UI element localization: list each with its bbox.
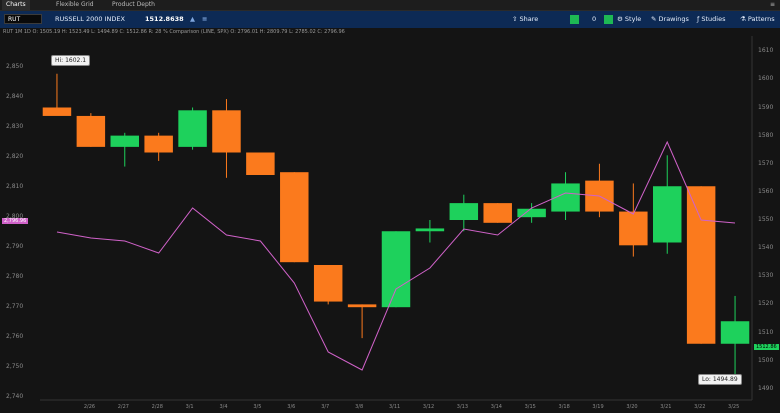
right-axis-tick: 1520 [758, 300, 774, 308]
candle-body [619, 211, 648, 246]
date-tick: 3/11 [389, 404, 401, 410]
left-axis-tick: 2,750 [6, 363, 24, 370]
date-tick: 3/13 [456, 404, 469, 410]
date-tick: 3/15 [524, 404, 536, 410]
right-axis-tick: 1600 [758, 75, 774, 83]
left-axis-tick: 2,740 [6, 393, 24, 400]
date-tick: 3/8 [355, 404, 364, 410]
right-axis-tick: 1490 [758, 384, 774, 392]
candle-body [381, 231, 411, 308]
right-axis-tick: 1590 [758, 103, 774, 111]
left-axis-tick: 2,760 [6, 333, 24, 340]
date-tick: 3/21 [660, 404, 672, 410]
left-axis-tick: 2,810 [6, 183, 24, 190]
candle-body [415, 228, 445, 232]
date-tick: 3/7 [321, 404, 330, 410]
right-axis-tick: 1610 [758, 47, 774, 55]
left-axis-tick: 2,790 [6, 243, 24, 250]
candle-body [347, 304, 377, 308]
date-tick: 3/12 [422, 404, 435, 410]
high-annotation: Hi: 1602.1 [51, 55, 91, 66]
date-tick: 3/4 [219, 404, 228, 410]
candle-body [720, 321, 750, 344]
candle-body [483, 203, 512, 223]
candle-body [42, 107, 72, 116]
right-axis-tick: 1560 [758, 187, 774, 195]
date-tick: 2/28 [151, 404, 163, 410]
candle-body [178, 110, 207, 147]
date-tick: 3/18 [558, 404, 570, 410]
right-axis-tick: 1550 [758, 216, 774, 223]
date-tick: 3/20 [626, 404, 638, 410]
candle-body [449, 203, 479, 220]
right-axis-tick: 1570 [758, 159, 774, 167]
left-axis-tick: 2,780 [6, 273, 24, 280]
candle-body [246, 152, 275, 175]
left-axis-tick: 2,830 [6, 123, 24, 130]
date-tick: 3/22 [694, 404, 706, 410]
right-axis-tick: 1540 [758, 244, 774, 252]
date-tick: 3/14 [490, 404, 502, 410]
candle-body [110, 135, 140, 147]
date-tick: 3/19 [592, 404, 604, 410]
candle-body [212, 110, 241, 153]
date-tick: 3/25 [728, 404, 740, 410]
candle-body [144, 135, 173, 153]
left-axis-tick: 2,820 [6, 153, 24, 160]
price-chart[interactable] [0, 0, 780, 413]
left-axis-tick: 2,840 [6, 93, 24, 100]
price-last-tag: 1512.86 [754, 344, 779, 350]
candle-body [76, 115, 106, 147]
date-tick: 3/1 [185, 404, 194, 410]
date-tick: 2/27 [117, 404, 129, 410]
right-axis-tick: 1580 [758, 131, 774, 139]
candle-body [313, 265, 343, 302]
left-axis-tick: 2,770 [6, 303, 24, 310]
date-tick: 3/5 [253, 404, 262, 410]
candle-body [280, 172, 309, 263]
date-tick: 2/26 [83, 404, 96, 410]
right-axis-tick: 1500 [758, 356, 774, 364]
right-axis-tick: 1510 [758, 328, 774, 336]
left-axis-tick: 2,850 [6, 63, 24, 70]
low-annotation: Lo: 1494.89 [698, 374, 742, 385]
candle-body [686, 186, 716, 344]
date-tick: 3/6 [287, 404, 296, 410]
candle-body [652, 186, 682, 243]
right-axis-tick: 1530 [758, 272, 774, 280]
comparison-last-tag: 2,796.96 [2, 218, 29, 224]
